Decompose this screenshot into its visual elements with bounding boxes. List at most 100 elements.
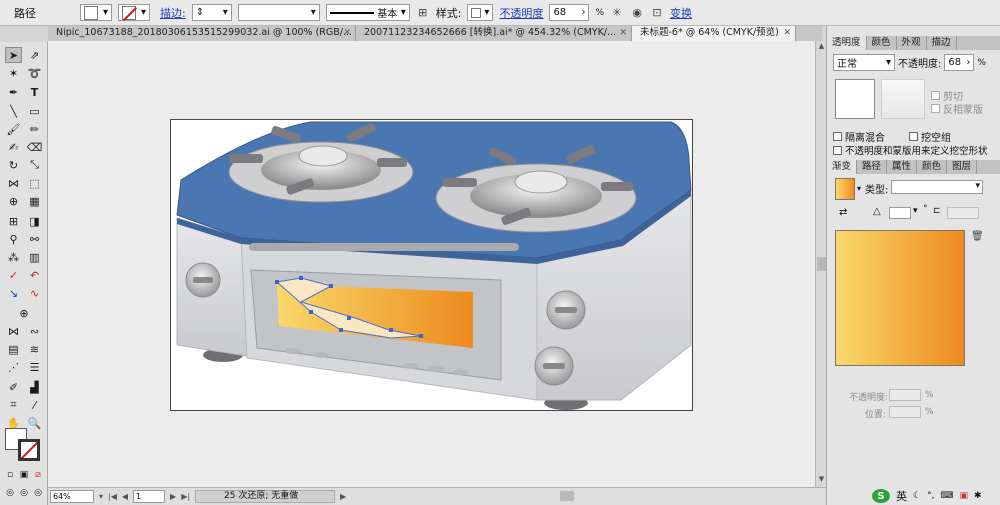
direct-selection-tool-icon[interactable]: ⇗	[26, 47, 43, 63]
type-tool-icon[interactable]: T	[26, 84, 43, 100]
gradient-slider-preview[interactable]	[835, 230, 965, 366]
brush-definition[interactable]: 基本 ▾	[325, 4, 410, 21]
sogou-logo-icon[interactable]: S	[872, 489, 890, 503]
punctuation-icon[interactable]: °,	[927, 491, 934, 501]
stop-opacity-field[interactable]	[889, 389, 921, 401]
stove-illustration[interactable]	[171, 120, 692, 410]
draw-inside-icon[interactable]: ◎	[31, 485, 45, 501]
tab-transparency[interactable]: 透明度	[827, 36, 867, 50]
crystallize-tool-icon[interactable]: ⋰	[5, 359, 22, 375]
stroke-color-dropdown[interactable]: ▾	[118, 4, 150, 21]
color-mode-icon[interactable]: ▫	[3, 467, 17, 483]
recolor-artwork-icon[interactable]: ⊞	[416, 6, 430, 20]
stroke-swatch[interactable]	[18, 439, 40, 461]
bloat-tool-icon[interactable]: ≋	[26, 341, 43, 357]
twirl-tool-icon[interactable]: ∾	[26, 323, 43, 339]
tab-appearance[interactable]: 外观	[897, 36, 927, 50]
magic-wand-tool-icon[interactable]: ✶	[5, 65, 22, 81]
tab-document-2[interactable]: 20071123234652666 [转换].ai* @ 454.32% (CM…	[356, 26, 632, 41]
globe-tool-icon[interactable]: ⊕	[16, 305, 33, 321]
crop-tool-icon[interactable]: ⌗	[5, 397, 22, 413]
aspect-ratio-field[interactable]	[947, 207, 979, 219]
blend-mode-select[interactable]: 正常 ▾	[833, 54, 895, 71]
opacity-field[interactable]: 68 ›	[944, 54, 975, 71]
fill-color-dropdown[interactable]: ▾	[80, 4, 112, 21]
none-mode-icon[interactable]: ⧄	[31, 467, 45, 483]
width-tool-icon[interactable]: ⋈	[5, 175, 22, 191]
knockout-group-checkbox[interactable]	[909, 132, 918, 141]
symbol-sprayer-tool-icon[interactable]: ⁂	[5, 249, 22, 265]
smooth-tool-icon[interactable]: ∿	[26, 285, 43, 301]
prev-artboard-icon[interactable]: ◀	[122, 492, 128, 501]
tab-color[interactable]: 颜色	[867, 36, 897, 50]
tab-pathfinder[interactable]: 路径	[857, 160, 888, 174]
tab-color-2[interactable]: 颜色	[917, 160, 948, 174]
transform-link[interactable]: 变换	[670, 5, 692, 21]
tools-icon[interactable]: ✱	[974, 491, 982, 501]
pencil-tool-icon[interactable]: ✏	[26, 121, 43, 137]
selection-tool-icon[interactable]: ➤	[5, 47, 22, 63]
paintbrush-tool-icon[interactable]: 🖌	[5, 121, 22, 137]
align-to-icon[interactable]: ⊡	[650, 6, 664, 20]
gradient-type-select[interactable]: ▾	[891, 180, 983, 194]
slice-tool-icon[interactable]: ▟	[26, 379, 43, 395]
tab-attributes[interactable]: 属性	[887, 160, 918, 174]
mask-thumbnail[interactable]	[881, 79, 925, 119]
clip-checkbox[interactable]	[931, 91, 940, 100]
slice-select-tool-icon[interactable]: ⁄	[26, 397, 43, 413]
wrinkle-tool-icon[interactable]: ☰	[26, 359, 43, 375]
appearance-icon[interactable]: ✳	[610, 6, 624, 20]
status-menu-icon[interactable]: ▶	[340, 492, 346, 501]
stroke-panel-link[interactable]: 描边:	[160, 5, 186, 21]
tab-document-1[interactable]: Nipic_10673188_20180306153515299032.ai @…	[48, 26, 356, 41]
angle-stepper-icon[interactable]: ▾	[913, 206, 918, 216]
keyboard-icon[interactable]: ⌨	[940, 491, 953, 501]
tab-document-3[interactable]: 未标题-6* @ 64% (CMYK/预览) ✕	[632, 26, 796, 41]
opacity-link[interactable]: 不透明度	[499, 5, 543, 21]
vertical-scrollbar[interactable]: ▲ ▼	[815, 41, 826, 487]
anchor-convert-tool-icon[interactable]: ↶	[26, 267, 43, 283]
blend-tool-icon[interactable]: ⚯	[26, 231, 43, 247]
moon-icon[interactable]: ☾	[913, 491, 921, 501]
isolate-blending-checkbox[interactable]	[833, 132, 842, 141]
gradient-mode-icon[interactable]: ▣	[17, 467, 31, 483]
shape-builder-tool-icon[interactable]: ⊕	[5, 193, 22, 209]
eraser-tool-icon[interactable]: ⌫	[26, 139, 43, 155]
column-graph-tool-icon[interactable]: ▥	[26, 249, 43, 265]
scroll-down-icon[interactable]: ▼	[817, 475, 826, 484]
artboard[interactable]	[170, 119, 693, 411]
reverse-gradient-icon[interactable]: ⇄	[839, 207, 847, 218]
rectangle-tool-icon[interactable]: ▭	[26, 103, 43, 119]
free-transform-tool-icon[interactable]: ⬚	[26, 175, 43, 191]
artboard-tool-icon[interactable]: ✐	[5, 379, 22, 395]
path-tool-icon[interactable]: ↘	[5, 285, 22, 301]
variable-width-profile[interactable]: ▾	[237, 4, 320, 21]
draw-normal-icon[interactable]: ◎	[3, 485, 17, 501]
tab-gradient[interactable]: 渐变	[827, 160, 858, 174]
trash-icon[interactable]: 🗑	[971, 231, 984, 242]
tab-stroke[interactable]: 描边	[927, 36, 957, 50]
gradient-preview-swatch[interactable]	[835, 178, 855, 200]
opacity-field[interactable]: 68 ›	[549, 4, 590, 21]
invert-mask-checkbox[interactable]	[931, 104, 940, 113]
first-artboard-icon[interactable]: |◀	[108, 492, 117, 501]
line-tool-icon[interactable]: ╲	[5, 103, 22, 119]
chevron-down-icon[interactable]: ▾	[857, 184, 861, 193]
close-icon[interactable]: ✕	[343, 26, 351, 40]
scroll-thumb[interactable]	[817, 257, 826, 271]
object-thumbnail[interactable]	[835, 79, 875, 119]
tab-layers[interactable]: 图层	[947, 160, 978, 174]
canvas-area[interactable]	[48, 41, 815, 487]
scroll-up-icon[interactable]: ▲	[817, 42, 826, 51]
zoom-level[interactable]: 64%	[50, 490, 94, 503]
anchor-add-tool-icon[interactable]: ✓	[5, 267, 22, 283]
artboard-number[interactable]: 1	[133, 490, 166, 503]
graphic-style-dropdown[interactable]: ▾	[467, 4, 494, 21]
stroke-weight-field[interactable]: ⇕ ▾	[191, 4, 232, 21]
lasso-tool-icon[interactable]: ➰	[26, 65, 43, 81]
ime-language[interactable]: 英	[896, 488, 907, 504]
scale-tool-icon[interactable]: ⤡	[26, 157, 43, 173]
pen-tool-icon[interactable]: ✒	[5, 84, 22, 100]
chevron-down-icon[interactable]: ▾	[99, 492, 103, 501]
gradient-tool-icon[interactable]: ◨	[26, 213, 43, 229]
